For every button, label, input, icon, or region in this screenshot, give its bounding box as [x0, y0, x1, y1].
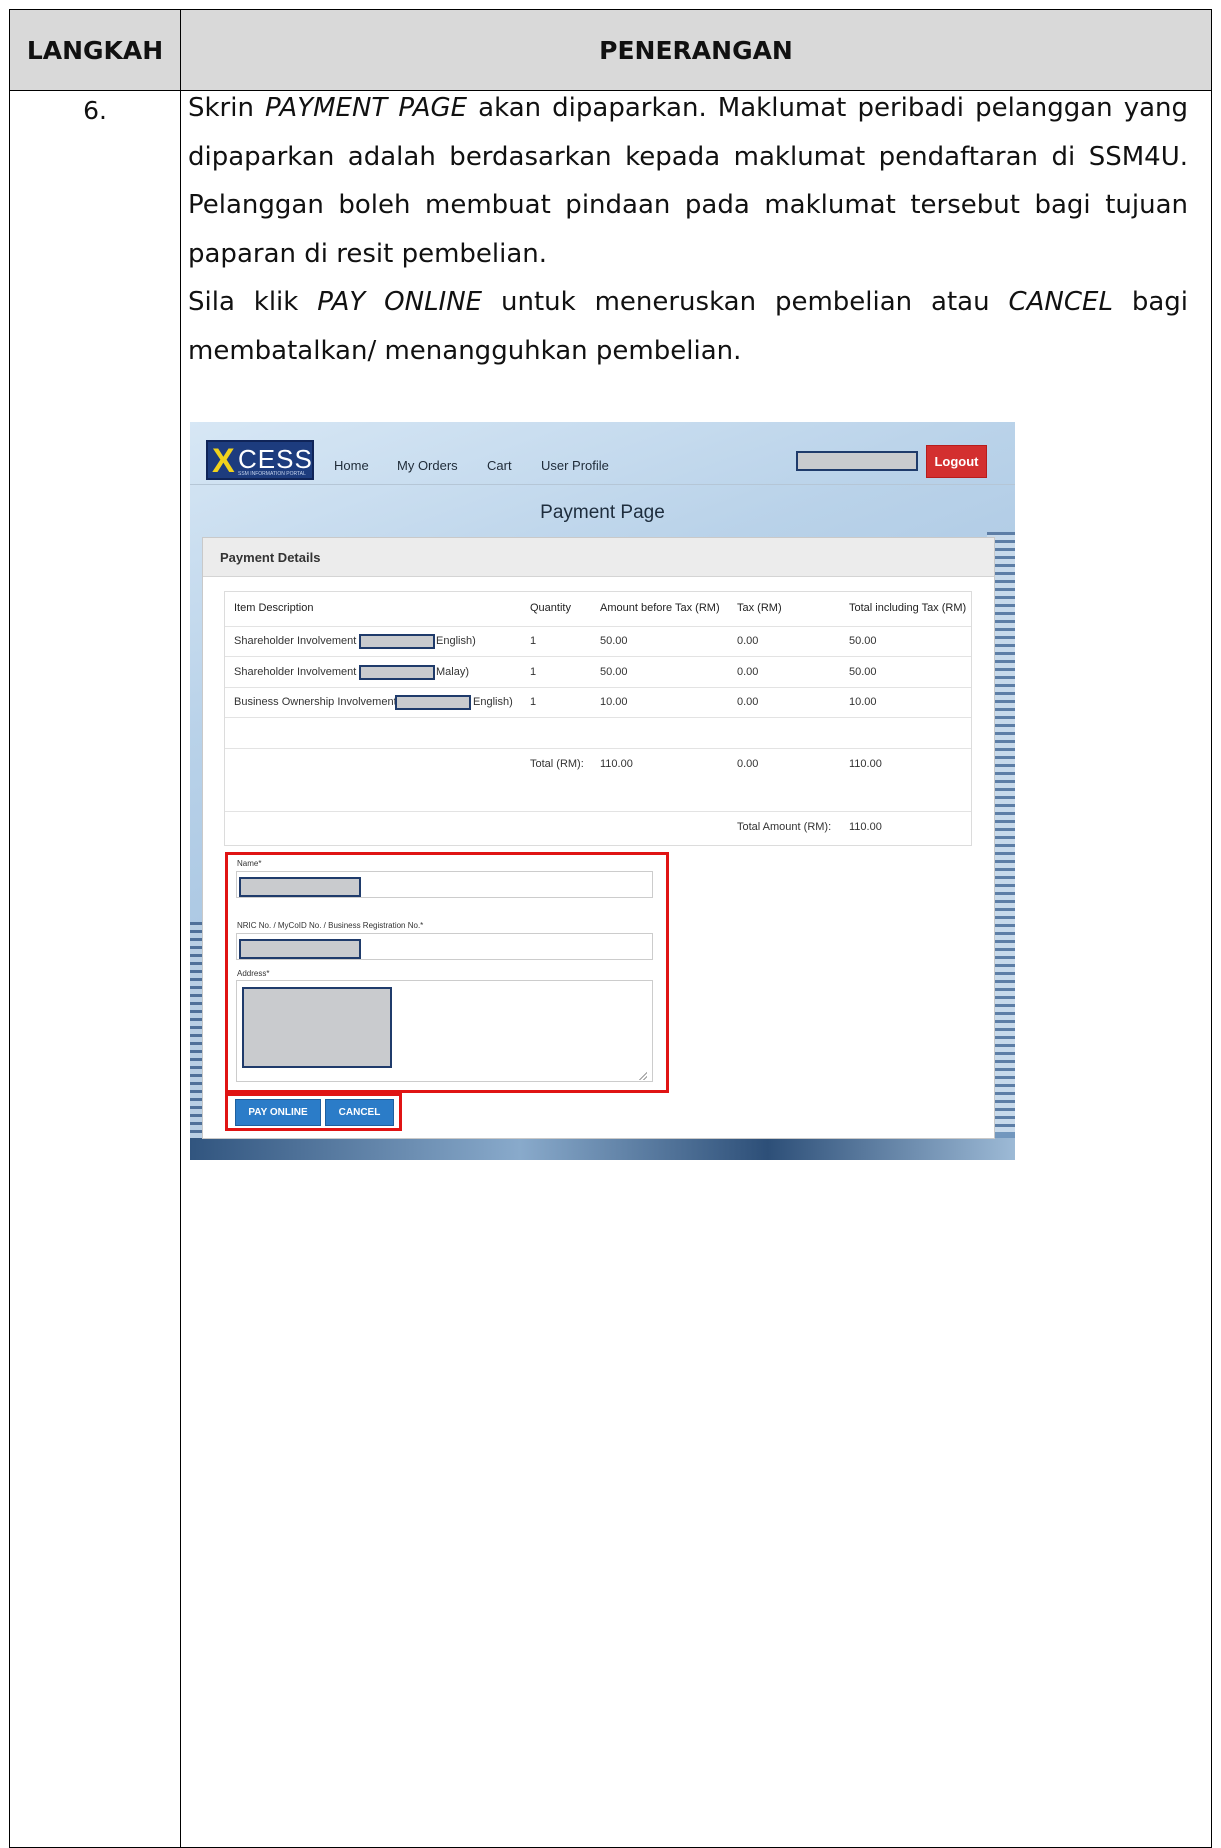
row-divider [225, 811, 971, 812]
grand-total-value: 110.00 [849, 821, 882, 833]
desc-text-part: Sila klik [188, 287, 318, 317]
column-header: Quantity [530, 602, 571, 614]
step-description: Skrin PAYMENT PAGE akan dipaparkan. Makl… [188, 84, 1188, 375]
item-total: 50.00 [849, 666, 877, 678]
nav-my-orders[interactable]: My Orders [397, 458, 458, 473]
row-divider [225, 717, 971, 718]
item-quantity: 1 [530, 696, 537, 708]
logo-tagline: SSM INFORMATION PORTAL [238, 471, 306, 477]
row-divider [225, 626, 971, 627]
item-amount: 10.00 [600, 696, 628, 708]
item-quantity: 1 [530, 635, 537, 647]
row-divider [225, 656, 971, 657]
redacted-field [359, 665, 435, 680]
table-header-row: LANGKAH PENERANGAN [10, 10, 1211, 91]
xcess-logo[interactable]: X CESS SSM INFORMATION PORTAL [206, 440, 314, 480]
desc-text-part: untuk meneruskan pembelian atau [482, 287, 1009, 317]
page-title: Payment Page [540, 502, 665, 523]
item-quantity: 1 [530, 666, 537, 678]
desc-text-part: Skrin [188, 93, 266, 123]
form-highlight-box [225, 852, 669, 1093]
nav-home[interactable]: Home [334, 458, 369, 473]
item-description: Business Ownership Involvement ( [234, 696, 404, 708]
description-paragraph-2: Sila klik PAY ONLINE untuk meneruskan pe… [188, 278, 1188, 375]
top-navigation: X CESS SSM INFORMATION PORTAL Home My Or… [190, 422, 1015, 485]
desc-emphasis: PAYMENT PAGE [265, 93, 468, 123]
item-description: Shareholder Involvement ( [234, 635, 364, 647]
column-divider [180, 10, 181, 1847]
item-description-lang: Malay) [436, 666, 470, 678]
description-paragraph-1: Skrin PAYMENT PAGE akan dipaparkan. Makl… [188, 84, 1188, 278]
item-tax: 0.00 [737, 696, 759, 708]
item-total: 10.00 [849, 696, 877, 708]
item-description: Shareholder Involvement ( [234, 666, 364, 678]
total-label: Total (RM): [530, 758, 584, 770]
desc-emphasis: PAY ONLINE [317, 287, 483, 317]
background-strip [190, 1138, 1015, 1160]
logo-cess: CESS [238, 444, 313, 474]
header-description: PENERANGAN [599, 35, 793, 65]
column-header: Amount before Tax (RM) [600, 602, 720, 614]
payment-page-screenshot: X CESS SSM INFORMATION PORTAL Home My Or… [190, 422, 1015, 1160]
logout-button[interactable]: Logout [926, 445, 987, 478]
cancel-button[interactable]: CANCEL [325, 1099, 394, 1126]
column-header: Tax (RM) [737, 602, 782, 614]
user-name-redacted [796, 451, 918, 471]
item-tax: 0.00 [737, 635, 759, 647]
header-step: LANGKAH [26, 35, 164, 65]
items-table: Item Description Quantity Amount before … [224, 591, 972, 846]
total-amount: 110.00 [600, 758, 633, 770]
panel-header: Payment Details [203, 538, 994, 577]
total-including-tax: 110.00 [849, 758, 882, 770]
pay-online-button[interactable]: PAY ONLINE [235, 1099, 321, 1126]
item-description-lang: English) [473, 696, 513, 708]
desc-emphasis: CANCEL [1008, 287, 1113, 317]
item-total: 50.00 [849, 635, 877, 647]
row-divider [225, 687, 971, 688]
grand-total-label: Total Amount (RM): [737, 821, 832, 833]
step-number: 6. [83, 96, 107, 125]
item-tax: 0.00 [737, 666, 759, 678]
total-tax: 0.00 [737, 758, 759, 770]
column-header: Item Description [234, 602, 314, 614]
panel-title: Payment Details [220, 550, 321, 565]
logo-x: X [212, 442, 235, 480]
column-header: Total including Tax (RM) [849, 602, 967, 614]
item-description-lang: English) [436, 635, 476, 647]
redacted-field [395, 695, 471, 710]
redacted-field [359, 634, 435, 649]
nav-cart[interactable]: Cart [487, 458, 512, 473]
row-divider [225, 748, 971, 749]
item-amount: 50.00 [600, 635, 628, 647]
item-amount: 50.00 [600, 666, 628, 678]
nav-user-profile[interactable]: User Profile [541, 458, 609, 473]
